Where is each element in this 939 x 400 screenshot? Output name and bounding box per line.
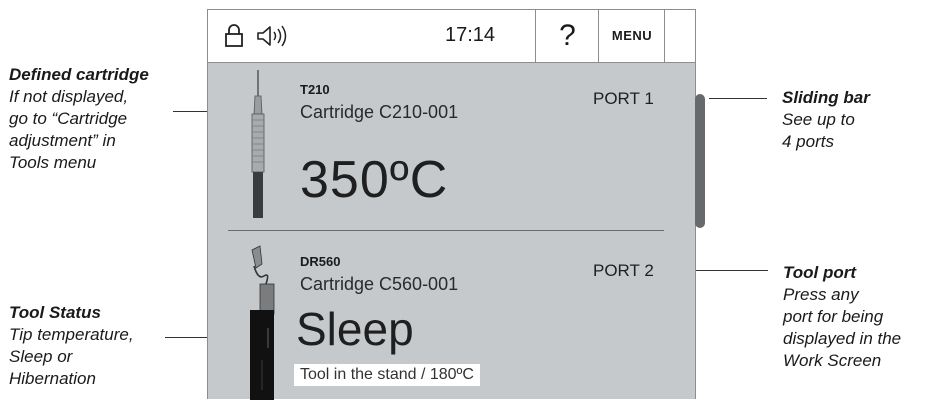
annotation-tool-port: Tool port Press any port for being displ…: [783, 262, 901, 372]
cartridge-label: Cartridge C560-001: [300, 274, 459, 294]
annotation-text: Tip temperature, Sleep or Hibernation: [9, 325, 134, 388]
leader-line-slider: [709, 98, 767, 99]
port-label: PORT 2: [593, 261, 654, 280]
tool-status-text: Tool in the stand / 180ºC: [294, 364, 480, 386]
sliding-scrollbar[interactable]: [695, 94, 705, 228]
lock-icon[interactable]: [224, 24, 244, 53]
device-screen: 17:14 ? MENU T210 Cartridge C210-001 POR…: [207, 9, 705, 400]
help-button[interactable]: ?: [535, 10, 599, 62]
top-bar: 17:14 ? MENU: [208, 10, 695, 63]
desoldering-iron-dr560-icon: [250, 245, 275, 400]
annotation-title: Defined cartridge: [9, 65, 149, 84]
tool-model: T210: [300, 82, 330, 97]
menu-button[interactable]: MENU: [598, 10, 665, 62]
annotation-text: Press any port for being displayed in th…: [783, 285, 902, 370]
annotation-defined-cartridge: Defined cartridge If not displayed, go t…: [9, 64, 149, 174]
tool-model: DR560: [300, 254, 341, 269]
annotation-sliding-bar: Sliding bar See up to 4 ports: [782, 87, 870, 153]
annotation-text: See up to 4 ports: [782, 110, 855, 151]
annotation-text: If not displayed, go to “Cartridge adjus…: [9, 87, 129, 172]
port-label: PORT 1: [593, 89, 654, 108]
tool-state: Sleep: [296, 303, 414, 355]
annotation-tool-status: Tool Status Tip temperature, Sleep or Hi…: [9, 302, 134, 390]
cartridge-label: Cartridge C210-001: [300, 102, 459, 122]
port-divider: [228, 230, 664, 231]
soldering-handle-t210-icon: [251, 70, 265, 218]
clock-time: 17:14: [445, 24, 496, 46]
tool-temperature: 350ºC: [300, 151, 449, 209]
speaker-icon[interactable]: [256, 24, 292, 53]
annotation-title: Sliding bar: [782, 88, 870, 107]
annotation-title: Tool Status: [9, 303, 101, 322]
topbar-empty-cell: [664, 10, 696, 62]
annotation-title: Tool port: [783, 263, 857, 282]
